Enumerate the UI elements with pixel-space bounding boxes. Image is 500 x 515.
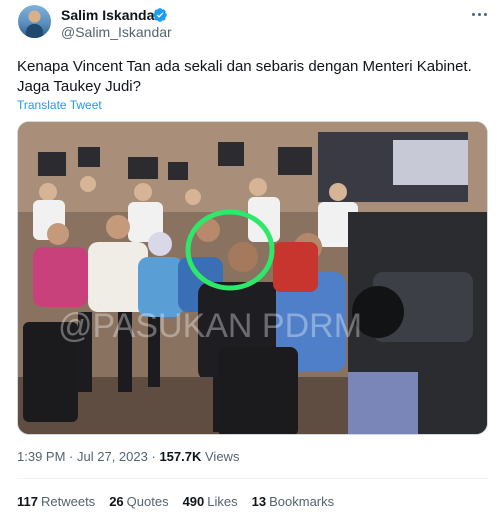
divider: [17, 478, 488, 479]
engagement-stats: 117 Retweets 26 Quotes 490 Likes 13 Bookmark…: [17, 494, 334, 509]
retweets-stat[interactable]: 117 Retweets: [17, 494, 95, 509]
tweet-date[interactable]: Jul 27, 2023: [77, 449, 148, 464]
bookmarks-stat[interactable]: 13 Bookmarks: [252, 494, 335, 509]
likes-stat[interactable]: 490 Likes: [183, 494, 238, 509]
verified-badge-icon: [153, 8, 167, 22]
quotes-stat[interactable]: 26 Quotes: [109, 494, 168, 509]
tweet-card: Salim Iskandar @Salim_Iskandar Kenapa Vi…: [0, 0, 500, 515]
meta-separator: ·: [69, 449, 74, 464]
more-options-icon[interactable]: [468, 7, 490, 21]
views-label: Views: [205, 449, 240, 464]
tweet-photo[interactable]: @PASUKAN PDRM: [17, 121, 488, 435]
tweet-meta: 1:39 PM · Jul 27, 2023 · 157.7K Views: [17, 449, 239, 464]
author-handle[interactable]: @Salim_Iskandar: [61, 24, 172, 40]
avatar[interactable]: [18, 5, 51, 38]
translate-tweet-link[interactable]: Translate Tweet: [17, 98, 102, 112]
press-conference-photo: @PASUKAN PDRM: [18, 122, 487, 434]
views-count: 157.7K: [159, 449, 202, 464]
author-display-name[interactable]: Salim Iskandar: [61, 7, 160, 23]
tweet-text: Kenapa Vincent Tan ada sekali dan sebari…: [17, 58, 472, 95]
tweet-time[interactable]: 1:39 PM: [17, 449, 65, 464]
meta-separator: ·: [151, 449, 156, 464]
photo-watermark: @PASUKAN PDRM: [58, 307, 362, 345]
